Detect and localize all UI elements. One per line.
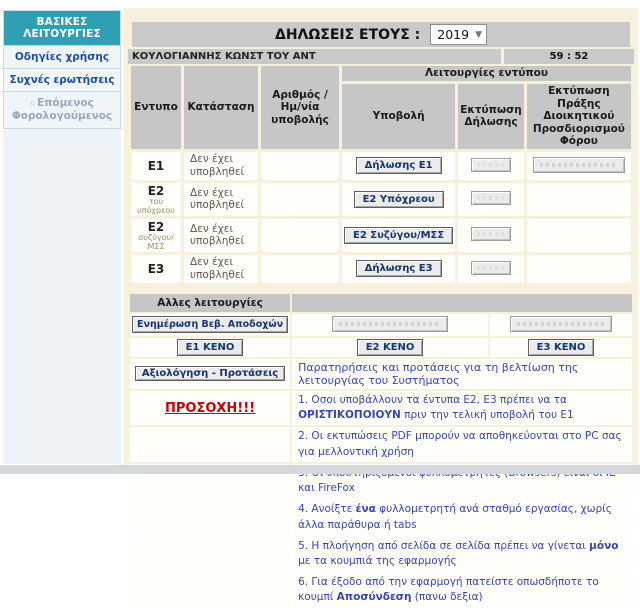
page-title: ΔΗΛΩΣΕΙΣ ΕΤΟΥΣ : bbox=[275, 27, 420, 43]
empty-cell bbox=[130, 573, 290, 607]
form-status: Δεν έχει υποβληθεί bbox=[184, 183, 258, 216]
form-status: Δεν έχει υποβληθεί bbox=[184, 255, 258, 283]
form-status: Δεν έχει υποβληθεί bbox=[184, 152, 258, 180]
col-header-status: Κατάσταση bbox=[184, 66, 258, 149]
other-functions-title-spacer bbox=[292, 294, 632, 312]
user-bar: ΚΟΥΛΟΓΙΑΝΝΗΣ ΚΩΝΣΤ ΤΟΥ ΑΝΤ 59 : 52 bbox=[128, 49, 634, 64]
year-select[interactable]: 2019 ▼ bbox=[430, 24, 487, 45]
col-header-form: Εντυπο bbox=[131, 66, 181, 149]
e2-empty-button[interactable]: Ε2 ΚΕΝΟ bbox=[357, 339, 424, 356]
disabled-function-button-1 bbox=[332, 316, 448, 332]
sidebar-title: ΒΑΣΙΚΕΣ ΛΕΙΤΟΥΡΓΙΕΣ bbox=[4, 11, 120, 45]
other-functions-table: Αλλες λειτουργίες Ενημέρωση Βεβ. Αποδοχώ… bbox=[128, 292, 634, 610]
title-bar: ΔΗΛΩΣΕΙΣ ΕΤΟΥΣ : 2019 ▼ bbox=[132, 22, 630, 47]
print-declaration-e3-button bbox=[471, 261, 511, 275]
submit-e1-button[interactable]: Δήλωσης Ε1 bbox=[356, 157, 442, 174]
e1-empty-button[interactable]: Ε1 ΚΕΝΟ bbox=[177, 339, 244, 356]
main-content: ΔΗΛΩΣΕΙΣ ΕΤΟΥΣ : 2019 ▼ ΚΟΥΛΟΓΙΑΝΝΗΣ ΚΩΝ… bbox=[124, 8, 638, 466]
form-number bbox=[261, 219, 339, 252]
forms-table: Εντυπο Κατάσταση Αριθμός / Ημ/νία υποβολ… bbox=[128, 63, 634, 286]
print-act-e1-button bbox=[533, 157, 625, 173]
e3-empty-button[interactable]: Ε3 ΚΕΝΟ bbox=[528, 339, 595, 356]
sidebar-item-user-guide[interactable]: Οδηγίες χρήσης bbox=[4, 45, 120, 68]
other-functions-title: Αλλες λειτουργίες bbox=[130, 294, 290, 312]
table-row-e2-obligor: Ε2 του υπόχρεου Δεν έχει υποβληθεί Ε2 Υπ… bbox=[131, 183, 631, 216]
sidebar: ΒΑΣΙΚΕΣ ΛΕΙΤΟΥΡΓΙΕΣ Οδηγίες χρήσης Συχνέ… bbox=[3, 10, 121, 464]
form-code: Ε1 bbox=[131, 152, 181, 180]
table-row-e3: Ε3 Δεν έχει υποβληθεί Δήλωσης Ε3 bbox=[131, 255, 631, 283]
form-number bbox=[261, 255, 339, 283]
print-declaration-e1-button bbox=[471, 158, 511, 172]
submit-e2-spouse-button[interactable]: Ε2 Συζύγου/ΜΣΣ bbox=[344, 227, 453, 244]
session-timer: 59 : 52 bbox=[504, 49, 634, 64]
empty-cell bbox=[130, 500, 290, 534]
empty-cell bbox=[130, 537, 290, 571]
col-header-submit: Υποβολή bbox=[342, 84, 455, 149]
form-status: Δεν έχει υποβληθεί bbox=[184, 219, 258, 252]
disabled-function-button-2 bbox=[510, 316, 612, 332]
form-code: Ε2 του υπόχρεου bbox=[131, 183, 181, 216]
taxpayer-name: ΚΟΥΛΟΓΙΑΝΝΗΣ ΚΩΝΣΤ ΤΟΥ ΑΝΤ bbox=[128, 49, 501, 64]
notice-item-5: 5. Η πλοήγηση από σελίδα σε σελίδα πρέπε… bbox=[292, 537, 632, 571]
empty-cell bbox=[130, 427, 290, 461]
payroll-certificate-button[interactable]: Ενημέρωση Βεβ. Αποδοχών bbox=[132, 316, 288, 333]
form-number bbox=[261, 183, 339, 216]
bottom-edge-strip bbox=[0, 465, 640, 474]
sidebar-item-faq[interactable]: Συχνές ερωτήσεις bbox=[4, 68, 120, 91]
table-row-e1: Ε1 Δεν έχει υποβληθεί Δήλωσης Ε1 bbox=[131, 152, 631, 180]
feedback-text: Παρατηρήσεις και προτάσεις για τη βελτίω… bbox=[292, 359, 632, 389]
notice-item-6: 6. Για έξοδο από την εφαρμογή πατείστε ο… bbox=[292, 573, 632, 607]
table-row-e2-spouse: Ε2 συζύγου/ΜΣΣ Δεν έχει υποβληθεί Ε2 Συζ… bbox=[131, 219, 631, 252]
chevron-down-icon: ▼ bbox=[475, 30, 482, 40]
submit-e2-obligor-button[interactable]: Ε2 Υπόχρεου bbox=[354, 191, 444, 208]
col-header-print-declaration: Εκτύπωση Δήλωσης bbox=[458, 84, 524, 149]
empty-cell bbox=[527, 219, 631, 252]
notice-item-2: 2. Οι εκτυπώσεις PDF μπορούν να αποθηκεύ… bbox=[292, 427, 632, 461]
print-declaration-e2-obligor-button bbox=[471, 191, 511, 205]
print-declaration-e2-spouse-button bbox=[471, 227, 511, 241]
sidebar-item-next-taxpayer: ▫Επόμενος Φορολογούμενος bbox=[4, 91, 120, 128]
notice-item-4: 4. Ανοίξτε ένα φυλλομετρητή ανά σταθμό ε… bbox=[292, 500, 632, 534]
notice-item-1: 1. Οσοι υποβάλλουν τα έντυπα Ε2, Ε3 πρέπ… bbox=[292, 391, 632, 425]
col-header-print-act: Εκτύπωση Πράξης Διοικητικού Προσδιορισμο… bbox=[527, 84, 631, 149]
empty-cell bbox=[527, 255, 631, 283]
year-select-value: 2019 bbox=[437, 27, 469, 42]
sidebar-menu: ΒΑΣΙΚΕΣ ΛΕΙΤΟΥΡΓΙΕΣ Οδηγίες χρήσης Συχνέ… bbox=[3, 10, 121, 129]
taxis-declarations-page: ΒΑΣΙΚΕΣ ΛΕΙΤΟΥΡΓΙΕΣ Οδηγίες χρήσης Συχνέ… bbox=[0, 0, 640, 476]
warning-title: ΠΡΟΣΟΧΗ!!! bbox=[165, 401, 255, 416]
form-code: Ε3 bbox=[131, 255, 181, 283]
empty-cell bbox=[527, 183, 631, 216]
form-number bbox=[261, 152, 339, 180]
feedback-button[interactable]: Αξιολόγηση - Προτάσεις bbox=[135, 366, 285, 381]
square-bullet-icon: ▫ bbox=[30, 99, 35, 107]
col-header-functions-group: Λειτουργίες εντύπου bbox=[342, 66, 631, 81]
form-code: Ε2 συζύγου/ΜΣΣ bbox=[131, 219, 181, 252]
col-header-number: Αριθμός / Ημ/νία υποβολής bbox=[261, 66, 339, 149]
submit-e3-button[interactable]: Δήλωσης Ε3 bbox=[356, 260, 442, 277]
